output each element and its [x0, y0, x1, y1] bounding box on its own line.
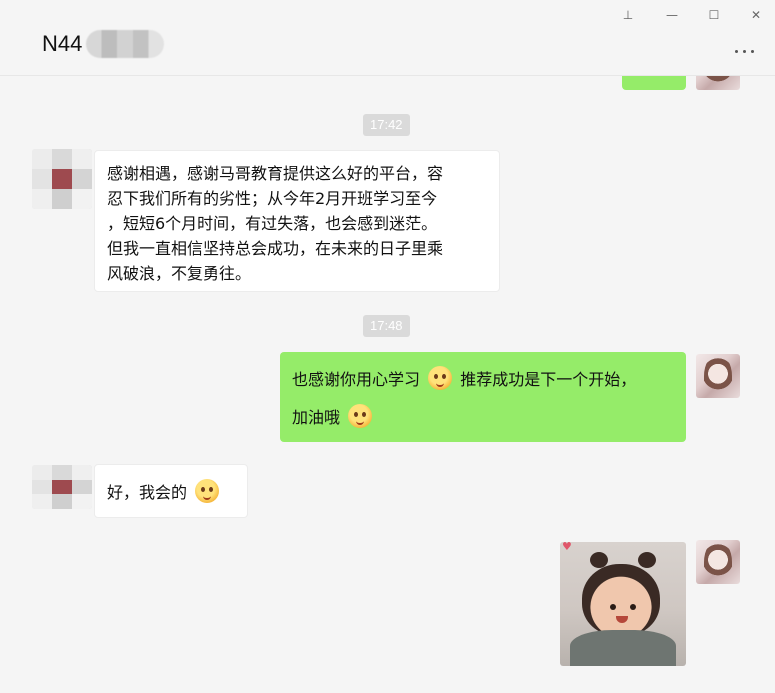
chat-header: N44 ⊥ — ☐ ✕ — [0, 0, 775, 76]
received-message-bubble[interactable]: 感谢相遇，感谢马哥教育提供这么好的平台，容 忍下我们所有的劣性；从今年2月开班学… — [94, 150, 500, 292]
avatar[interactable] — [696, 76, 740, 90]
photo-detail — [610, 604, 616, 610]
pin-icon[interactable]: ⊥ — [618, 6, 638, 24]
close-icon[interactable]: ✕ — [746, 6, 766, 24]
avatar[interactable] — [32, 149, 92, 209]
message-text-line: 但我一直相信坚持总会成功，在未来的日子里乘 — [107, 239, 444, 258]
image-message[interactable]: ♥ — [560, 542, 686, 666]
message-text-line: 风破浪，不复勇往。 — [107, 264, 252, 283]
timestamp: 17:48 — [363, 315, 410, 337]
message-list[interactable]: 17:42 感谢相遇，感谢马哥教育提供这么好的平台，容 忍下我们所有的劣性；从今… — [0, 76, 775, 693]
sent-message-bubble[interactable]: 也感谢你用心学习 推荐成功是下一个开始， 加油哦 — [280, 352, 686, 442]
emoji-icon — [348, 404, 373, 428]
received-message-bubble[interactable]: 好，我会的 — [94, 464, 248, 518]
timestamp: 17:42 — [363, 114, 410, 136]
avatar[interactable] — [696, 540, 740, 584]
chat-title: N44 — [42, 31, 83, 56]
photo-detail — [638, 552, 656, 568]
emoji-icon — [428, 366, 453, 390]
photo-detail — [630, 604, 636, 610]
message-text-line: 感谢相遇，感谢马哥教育提供这么好的平台，容 — [107, 164, 444, 183]
message-text: 加油哦 — [292, 408, 341, 427]
message-text: 推荐成功是下一个开始， — [460, 370, 637, 389]
avatar[interactable] — [32, 465, 92, 509]
sent-message-bubble[interactable] — [622, 76, 686, 90]
more-icon[interactable] — [733, 44, 757, 58]
message-text-line: 忍下我们所有的劣性；从今年2月开班学习至今 — [107, 189, 438, 208]
message-text: 好，我会的 — [107, 483, 188, 502]
emoji-icon — [195, 479, 220, 503]
message-text: 也感谢你用心学习 — [292, 370, 421, 389]
message-text-line: ，短短6个月时间，有过失落，也会感到迷茫。 — [107, 214, 438, 233]
maximize-icon[interactable]: ☐ — [704, 6, 724, 24]
title-redaction — [86, 30, 164, 58]
avatar[interactable] — [696, 354, 740, 398]
minimize-icon[interactable]: — — [662, 6, 682, 24]
photo-detail — [570, 630, 676, 666]
photo-detail — [582, 564, 660, 636]
heart-icon: ♥ — [562, 542, 572, 553]
